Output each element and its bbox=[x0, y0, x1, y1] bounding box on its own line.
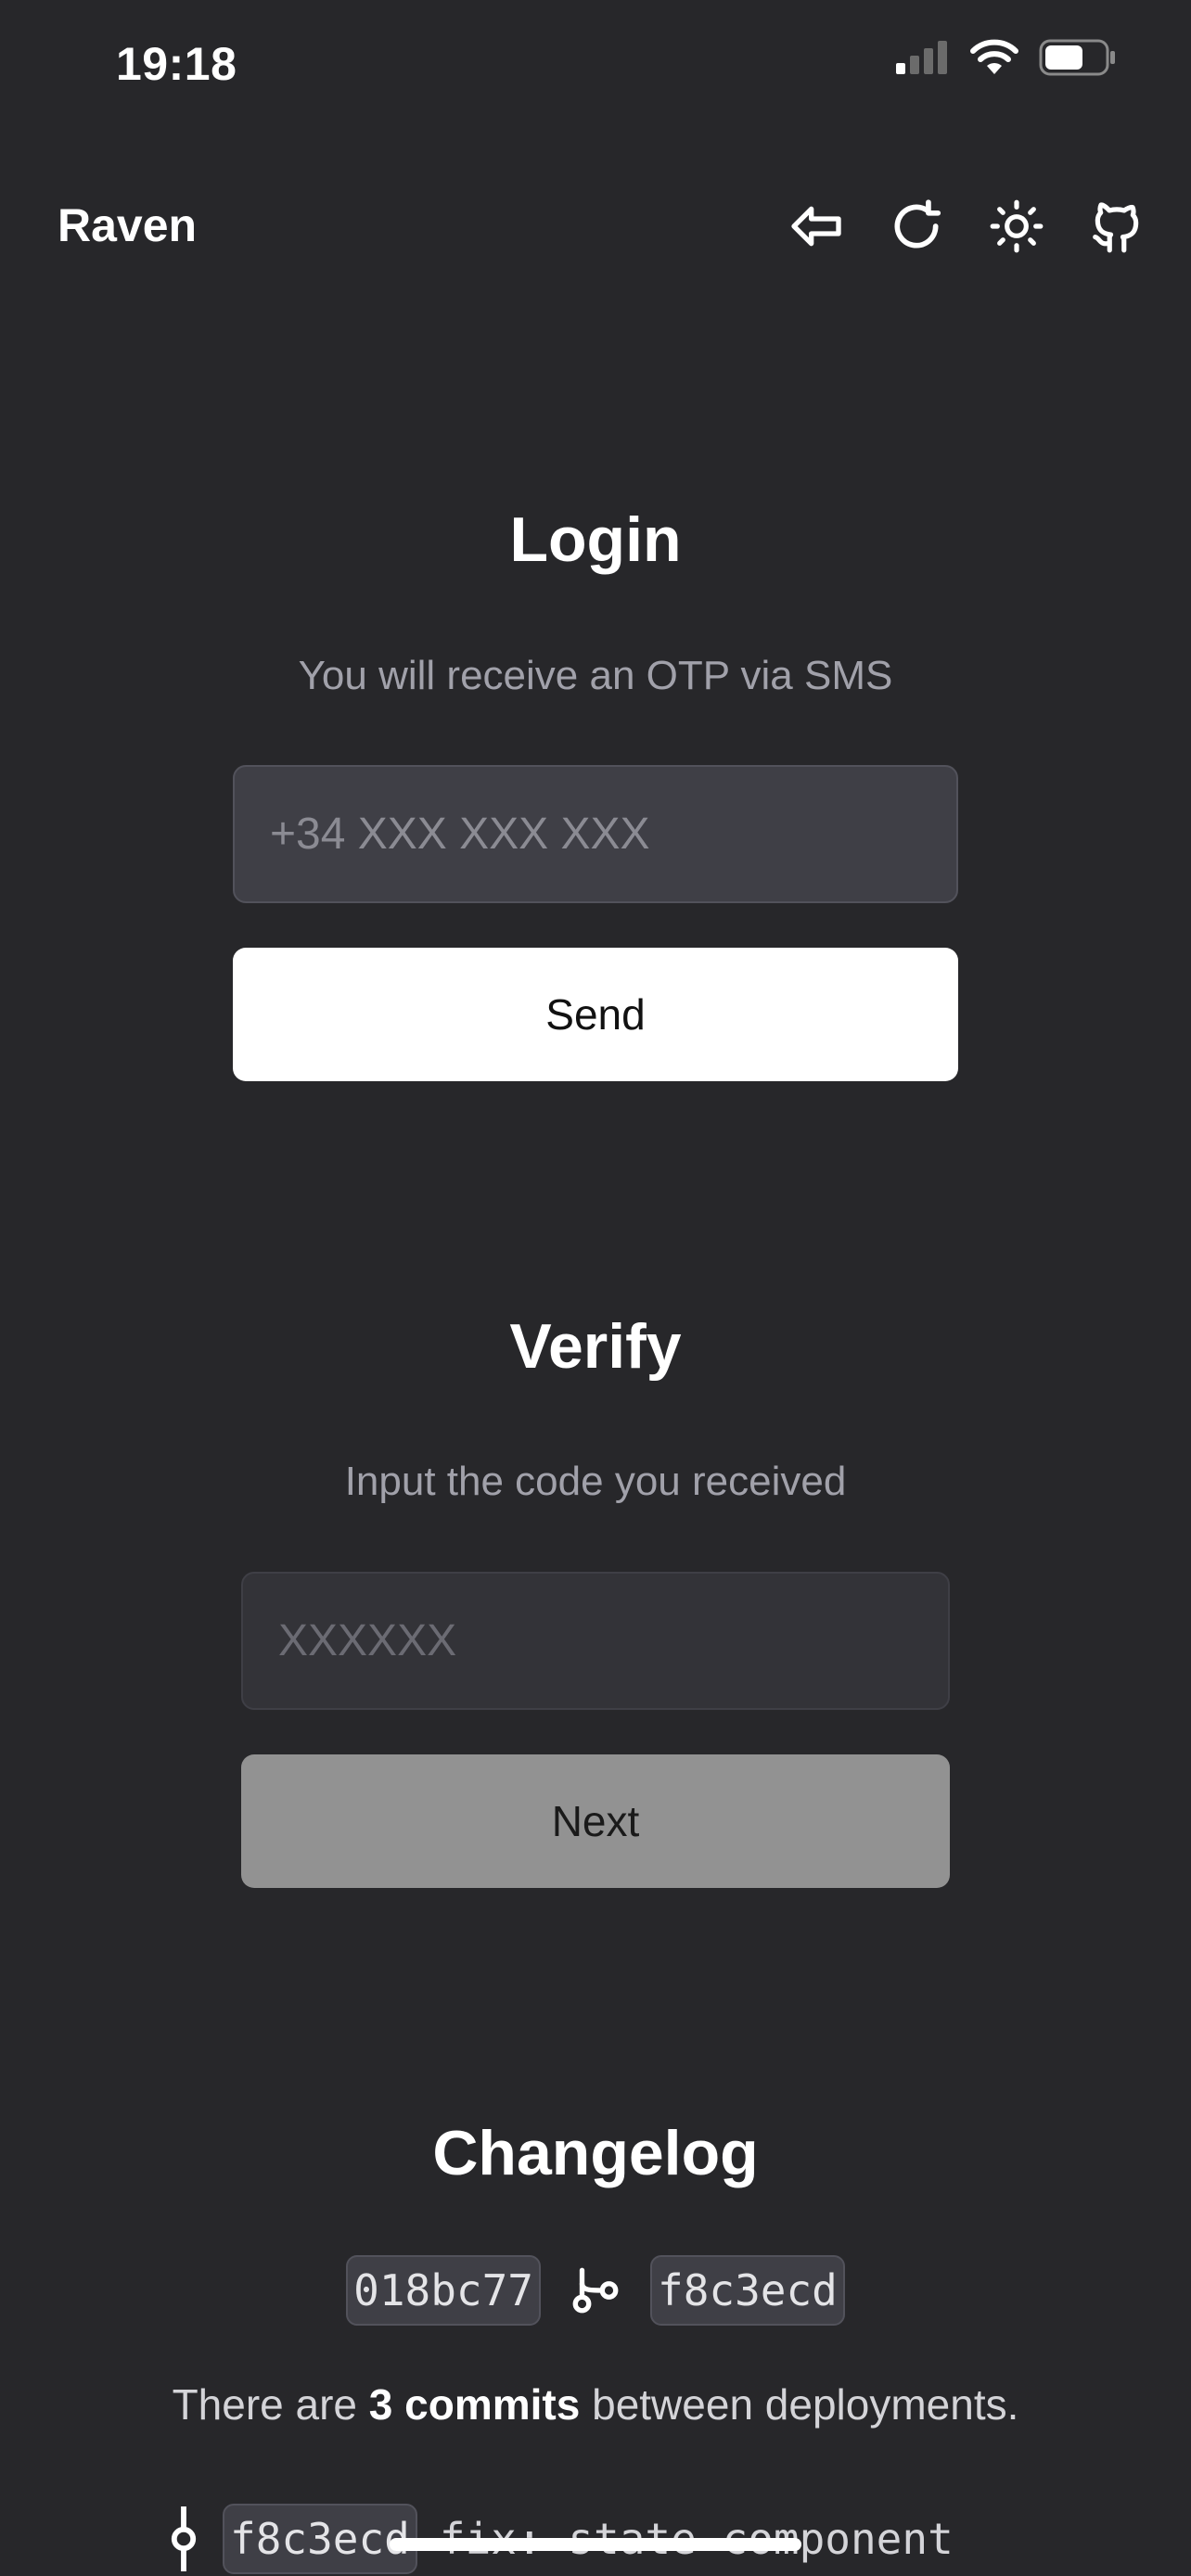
commits-summary: There are 3 commits between deployments. bbox=[0, 2379, 1191, 2429]
to-hash-badge[interactable]: f8c3ecd bbox=[650, 2255, 845, 2326]
commit-hash-badge[interactable]: f8c3ecd bbox=[223, 2504, 417, 2574]
changelog-title: Changelog bbox=[432, 2118, 759, 2188]
summary-suffix: between deployments. bbox=[592, 2380, 1019, 2429]
status-icons bbox=[896, 39, 1117, 76]
top-actions bbox=[779, 189, 1154, 263]
git-commit-icon bbox=[171, 2506, 197, 2571]
next-button[interactable]: Next bbox=[241, 1754, 950, 1888]
login-subtitle: You will receive an OTP via SMS bbox=[298, 653, 893, 698]
back-button[interactable] bbox=[779, 189, 853, 263]
github-link-button[interactable] bbox=[1080, 189, 1154, 263]
send-button[interactable]: Send bbox=[233, 948, 958, 1081]
battery-icon bbox=[1039, 39, 1115, 76]
phone-input[interactable] bbox=[233, 765, 958, 903]
status-bar: 19:18 bbox=[0, 0, 1191, 139]
theme-toggle-button[interactable] bbox=[980, 189, 1054, 263]
brand-title[interactable]: Raven bbox=[58, 198, 197, 252]
wifi-icon bbox=[970, 39, 1018, 74]
verify-title: Verify bbox=[509, 1311, 682, 1382]
github-icon bbox=[1093, 202, 1139, 253]
sun-icon bbox=[990, 199, 1044, 253]
summary-count: 3 commits bbox=[368, 2380, 581, 2429]
from-hash-badge[interactable]: 018bc77 bbox=[346, 2255, 541, 2326]
top-nav: Raven bbox=[0, 176, 1191, 278]
status-time: 19:18 bbox=[116, 38, 237, 90]
login-title: Login bbox=[509, 504, 682, 575]
git-branch-icon bbox=[572, 2267, 619, 2314]
refresh-icon bbox=[894, 199, 941, 249]
deployment-hash-row: 018bc77 f8c3ecd bbox=[0, 2255, 1191, 2326]
summary-prefix: There are bbox=[172, 2380, 358, 2429]
otp-code-input[interactable] bbox=[241, 1572, 950, 1710]
verify-subtitle: Input the code you received bbox=[344, 1459, 847, 1504]
cellular-signal-icon bbox=[896, 41, 947, 74]
reload-button[interactable] bbox=[879, 189, 954, 263]
arrow-left-icon bbox=[791, 206, 841, 247]
home-indicator[interactable] bbox=[390, 2538, 801, 2551]
